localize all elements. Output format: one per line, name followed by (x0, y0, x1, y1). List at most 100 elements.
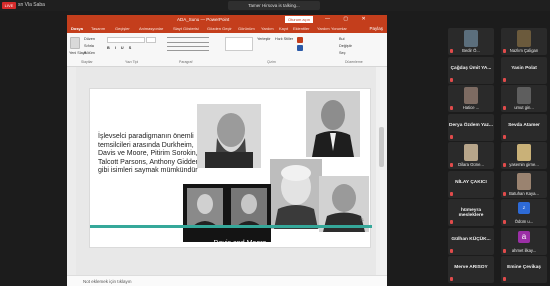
participant-tile[interactable]: Sevda Atamer (501, 113, 547, 141)
participant-name: Merve ARISOY (454, 265, 488, 270)
mic-muted-icon (503, 220, 506, 224)
participant-tile[interactable]: Emine Çevikaş (501, 256, 547, 283)
notes-pane[interactable]: Not eklemek için tıklayın (67, 275, 387, 286)
section-button[interactable]: Bölüm (84, 51, 95, 55)
tab-8[interactable]: Kayıt (279, 24, 288, 33)
participant-tile[interactable]: Gülhan KÜÇÜK... (448, 227, 494, 255)
mic-muted-icon (450, 134, 453, 139)
participant-video (464, 144, 478, 161)
replace-button[interactable]: Değiştir (339, 44, 352, 48)
participant-name: Sevda Atamer (508, 122, 540, 128)
shape-fill-icon[interactable] (297, 37, 303, 43)
window-controls[interactable]: — ▢ ✕ (325, 15, 372, 24)
mic-muted-icon (503, 134, 506, 139)
new-slide-icon[interactable] (70, 37, 80, 49)
arrange-button[interactable]: Yerleştir (257, 37, 271, 41)
participant-tile[interactable]: Derya Özdem Yaz... (448, 113, 494, 141)
participant-tile[interactable]: hümeyra mesleklere (448, 199, 494, 226)
mic-muted-icon (450, 191, 453, 196)
participant-tile[interactable]: Dilara Güne... (448, 142, 494, 169)
participant-name: Hatice ... (462, 105, 480, 110)
ppt-title-bar: ADA_Sunu — PowerPoint Oturum açın — ▢ ✕ (67, 15, 387, 24)
mic-muted-icon (503, 277, 506, 281)
participant-tile[interactable]: Yasin Polat (501, 56, 547, 84)
signin-button[interactable]: Oturum açın (285, 16, 313, 23)
shapes-gallery[interactable] (225, 37, 253, 51)
font-format-buttons[interactable]: B I U S (107, 46, 133, 50)
participant-video (517, 87, 531, 104)
participant-tile[interactable]: a ahmet ilkay... (501, 227, 547, 255)
participant-name: Yasin Polat (511, 65, 537, 71)
participant-video (517, 144, 531, 161)
share-button[interactable]: Paylaş (369, 24, 383, 33)
font-name-box[interactable] (107, 37, 145, 43)
drawing-group-label: Çizim (267, 60, 276, 64)
mic-muted-icon (503, 191, 506, 196)
mic-muted-icon (450, 277, 453, 281)
participant-tile[interactable]: Hatice ... (448, 85, 494, 112)
slide-editing-area: İşlevselci paradigmanın önemli temsilcil… (76, 67, 376, 275)
participant-avatar: Z (518, 202, 530, 214)
participant-tile[interactable]: Merve ARISOY (448, 256, 494, 283)
slide-number: 11 (359, 217, 364, 222)
live-badge: LIVE (2, 2, 16, 9)
giddens-photo (319, 176, 369, 232)
participant-name: Bedir Ö... (462, 48, 480, 53)
slides-group-label: Slaytlar (81, 60, 93, 64)
vertical-scrollbar[interactable] (376, 67, 387, 275)
participant-name: Çağdaş Ümit YA... (450, 65, 492, 71)
participant-video (517, 172, 531, 190)
mic-muted-icon (450, 49, 453, 53)
reset-button[interactable]: Sıfırla (84, 44, 94, 48)
participant-name: Ödüm u... (514, 219, 534, 224)
font-size-box[interactable] (146, 37, 156, 43)
participant-tile[interactable]: Çağdaş Ümit YA... (448, 56, 494, 84)
sorokin-photo (270, 159, 322, 229)
ppt-document-title: ADA_Sunu — PowerPoint (177, 17, 230, 22)
participant-tile[interactable]: Z Ödüm u... (501, 199, 547, 226)
participant-name: Gülhan KÜÇÜK... (451, 236, 491, 242)
layout-button[interactable]: Düzen (84, 37, 95, 41)
tab-1[interactable]: Tasarım (91, 24, 105, 33)
participant-video (464, 87, 478, 104)
paragraph-list-buttons[interactable] (167, 37, 209, 43)
notes-placeholder[interactable]: Not eklemek için tıklayın (83, 277, 132, 286)
mic-muted-icon (503, 77, 506, 82)
participant-name: umut gin... (514, 105, 534, 110)
speaker-banner: Tamer Hirsova is talking... (228, 1, 320, 10)
tab-5[interactable]: Gözden Geçir (207, 24, 232, 33)
participant-name: Dilara Güne... (458, 162, 484, 167)
select-button[interactable]: Seç (339, 51, 346, 55)
participant-video (464, 30, 478, 47)
tab-11[interactable]: Yorumlar (331, 24, 347, 33)
participant-name: Emine Çevikaş (507, 265, 541, 270)
quick-styles-button[interactable]: Hızlı Stiller (275, 37, 293, 41)
current-slide[interactable]: İşlevselci paradigmanın önemli temsilcil… (89, 88, 372, 248)
tab-2[interactable]: Geçişler (115, 24, 130, 33)
participant-tile[interactable]: umut gin... (501, 85, 547, 112)
shape-outline-icon[interactable] (297, 45, 303, 51)
find-button[interactable]: Bul (339, 37, 345, 41)
parsons-photo (306, 91, 360, 157)
participant-name: NİLAY ÇAKICI (455, 179, 487, 185)
davis-and-moore-photo (183, 184, 271, 242)
participant-tile[interactable]: Nazlım Çaligan (501, 28, 547, 55)
tab-7[interactable]: Yardım (261, 24, 274, 33)
participant-tile[interactable]: NİLAY ÇAKICI (448, 170, 494, 198)
tab-6[interactable]: Görünüm (238, 24, 255, 33)
participant-tile[interactable]: Batuhan Kaya... (501, 170, 547, 198)
tab-9[interactable]: Eklentiler (293, 24, 309, 33)
slide-body-text[interactable]: İşlevselci paradigmanın önemli temsilcil… (98, 133, 210, 176)
participant-name: hümeyra mesleklere (458, 208, 484, 218)
slide-thumbnail-pane[interactable] (67, 67, 76, 275)
scrollbar-thumb[interactable] (379, 127, 384, 167)
tab-3[interactable]: Animasyonlar (139, 24, 163, 33)
tab-4[interactable]: Slayt Gösterisi (173, 24, 199, 33)
participant-tile[interactable]: yasemin girne... (501, 142, 547, 169)
tab-0[interactable]: Dosya (71, 24, 83, 33)
davis-moore-caption: Davis and Moore (213, 240, 267, 247)
powerpoint-window: ADA_Sunu — PowerPoint Oturum açın — ▢ ✕ … (67, 15, 387, 286)
paragraph-align-buttons[interactable] (167, 46, 209, 51)
participant-tile[interactable]: Bedir Ö... (448, 28, 494, 55)
tab-10[interactable]: Yardım (317, 24, 330, 33)
